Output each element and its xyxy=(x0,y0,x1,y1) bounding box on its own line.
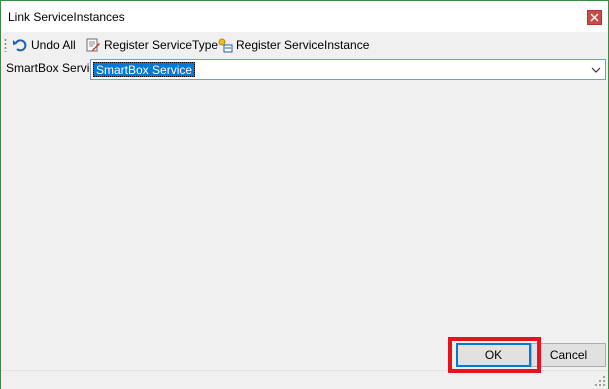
ok-button-highlight xyxy=(448,337,541,373)
register-service-type-label: Register ServiceType xyxy=(104,38,219,52)
close-button[interactable] xyxy=(587,10,602,25)
toolbar: Undo All Register ServiceType Register S… xyxy=(1,32,608,58)
cancel-button[interactable]: Cancel xyxy=(531,343,606,367)
smartbox-service-label: SmartBox Service xyxy=(6,61,103,75)
register-service-type-icon xyxy=(86,38,100,52)
register-service-type-button[interactable]: Register ServiceType xyxy=(85,36,218,54)
size-grip-icon[interactable] xyxy=(595,376,606,387)
cancel-button-label: Cancel xyxy=(549,348,588,362)
close-icon xyxy=(590,13,599,22)
chevron-down-icon[interactable] xyxy=(591,65,601,75)
smartbox-service-combobox[interactable]: SmartBox Service xyxy=(90,59,606,80)
register-service-instance-button[interactable]: Register ServiceInstance xyxy=(217,36,369,54)
toolbar-grip-icon[interactable] xyxy=(4,38,7,52)
window-title: Link ServiceInstances xyxy=(8,10,125,24)
undo-icon xyxy=(13,39,27,52)
link-service-instances-dialog: Link ServiceInstances Undo All Register … xyxy=(0,0,609,389)
undo-all-button[interactable]: Undo All xyxy=(12,36,76,54)
register-service-instance-icon xyxy=(218,38,233,53)
register-service-instance-label: Register ServiceInstance xyxy=(236,38,370,52)
smartbox-service-selected-value: SmartBox Service xyxy=(93,62,196,77)
title-bar: Link ServiceInstances xyxy=(1,1,608,32)
undo-all-label: Undo All xyxy=(31,38,76,52)
